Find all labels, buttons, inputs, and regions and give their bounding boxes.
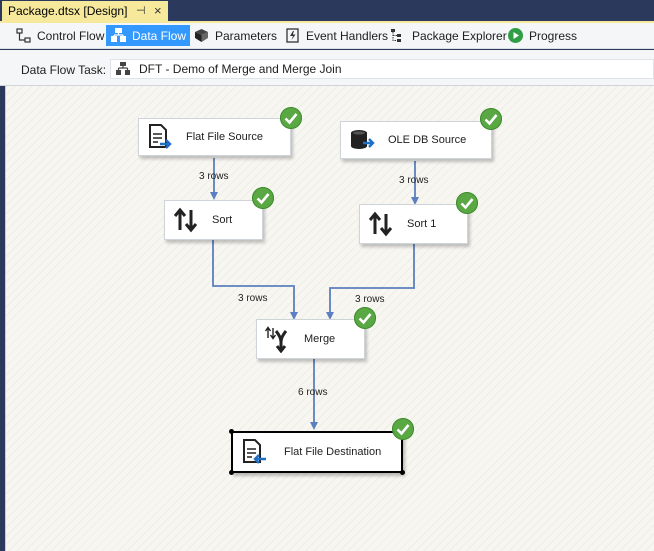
tab-control-flow[interactable]: Control Flow <box>11 25 108 46</box>
component-ole-db-source[interactable]: OLE DB Source <box>340 121 492 159</box>
tab-label: Data Flow <box>132 28 187 43</box>
task-label: Data Flow Task: <box>21 63 107 77</box>
selection-handle[interactable] <box>400 470 405 475</box>
tab-data-flow[interactable]: Data Flow <box>106 25 191 46</box>
path-sort-to-merge[interactable] <box>212 240 298 320</box>
component-label: Flat File Source <box>186 131 264 143</box>
tab-event-handlers[interactable]: Event Handlers <box>280 25 392 46</box>
sort-icon <box>368 211 393 237</box>
ole-db-source-icon <box>351 130 375 149</box>
component-merge[interactable]: Merge <box>256 319 365 359</box>
success-check-icon <box>392 418 414 440</box>
row-count-label: 3 rows <box>199 171 229 182</box>
row-count-label: 3 rows <box>399 175 429 186</box>
path-sort-1-to-merge[interactable] <box>326 244 415 320</box>
component-label: OLE DB Source <box>388 134 467 146</box>
sort-icon <box>173 207 198 233</box>
flat-file-source-icon <box>149 124 172 149</box>
parameters-icon <box>195 29 208 42</box>
designer-tabs: Control Flow Data Flow Parameters Event … <box>0 23 654 49</box>
tab-label: Progress <box>529 28 578 43</box>
document-tab[interactable]: Package.dtsx [Design] ⊣ × <box>2 1 168 21</box>
success-check-icon <box>456 192 478 214</box>
component-label: Merge <box>304 333 336 345</box>
data-flow-canvas[interactable]: 3 rows 3 rows 3 rows 3 rows 6 rows Flat … <box>5 86 654 551</box>
event-handlers-icon <box>286 28 299 43</box>
component-label: Sort 1 <box>407 218 437 230</box>
component-label: Flat File Destination <box>284 446 382 458</box>
tab-label: Event Handlers <box>306 28 389 43</box>
component-flat-file-source[interactable]: Flat File Source <box>138 118 291 156</box>
control-flow-icon <box>16 28 31 43</box>
success-check-icon <box>252 187 274 209</box>
row-count-label: 3 rows <box>355 294 385 305</box>
tab-label: Parameters <box>215 28 278 43</box>
component-sort[interactable]: Sort <box>164 200 263 240</box>
close-icon[interactable]: × <box>154 4 162 18</box>
flat-file-destination-icon <box>243 439 266 464</box>
row-count-label: 6 rows <box>298 387 328 398</box>
selection-handle[interactable] <box>229 470 234 475</box>
document-tab-strip: Package.dtsx [Design] ⊣ × <box>0 0 654 23</box>
data-flow-icon <box>111 28 126 42</box>
pin-icon[interactable]: ⊣ <box>136 4 146 18</box>
merge-icon <box>264 326 288 353</box>
task-bar: Data Flow Task: DFT - Demo of Merge and … <box>0 50 654 86</box>
data-flow-task-icon <box>116 62 130 75</box>
success-check-icon <box>480 108 502 130</box>
success-check-icon <box>354 307 376 329</box>
component-label: Sort <box>212 214 233 226</box>
data-flow-task-select[interactable]: DFT - Demo of Merge and Merge Join <box>110 59 654 79</box>
tab-label: Control Flow <box>37 28 105 43</box>
component-flat-file-destination[interactable]: Flat File Destination <box>231 431 403 473</box>
package-explorer-icon <box>391 29 401 42</box>
tab-parameters[interactable]: Parameters <box>189 25 281 46</box>
tab-label: Package Explorer <box>412 28 507 43</box>
progress-icon <box>508 28 523 43</box>
document-tab-title: Package.dtsx [Design] <box>8 4 128 18</box>
tab-package-explorer[interactable]: Package Explorer <box>386 25 511 46</box>
row-count-label: 3 rows <box>238 293 268 304</box>
selection-handle[interactable] <box>229 429 234 434</box>
tab-progress[interactable]: Progress <box>503 25 581 46</box>
selected-task: DFT - Demo of Merge and Merge Join <box>139 62 342 76</box>
component-sort-1[interactable]: Sort 1 <box>359 204 468 244</box>
success-check-icon <box>280 107 302 129</box>
